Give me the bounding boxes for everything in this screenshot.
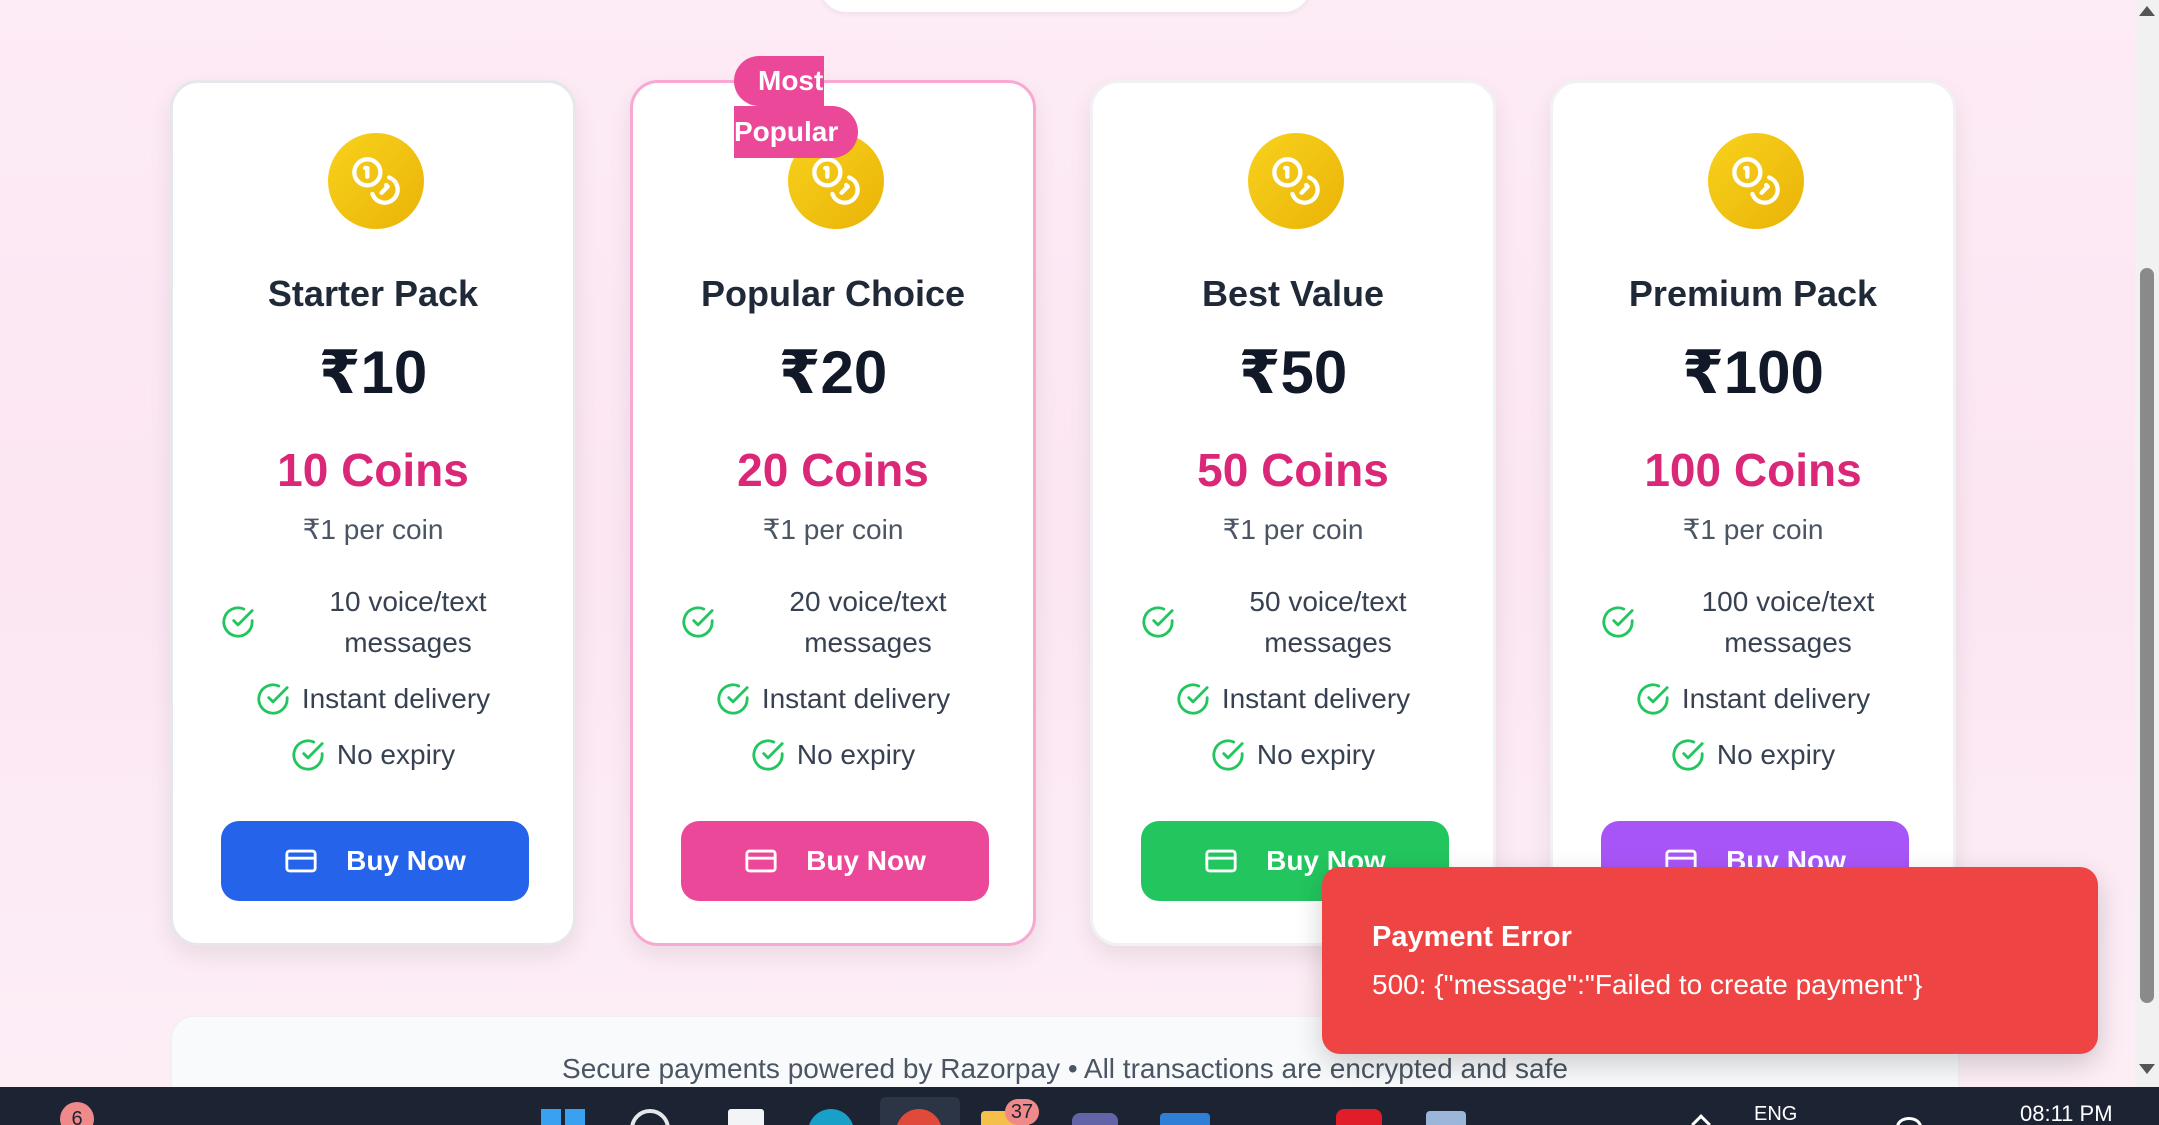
vertical-scrollbar[interactable] <box>2135 0 2159 1087</box>
card-price: ₹10 <box>318 339 428 406</box>
feature-text: No expiry <box>1716 739 1836 770</box>
card-coins: 100 Coins <box>1644 444 1862 496</box>
feature-text: 20 voice/text messages <box>789 586 947 658</box>
feature-list: 20 voice/text messages Instant delivery … <box>633 581 1033 790</box>
pricing-card-starter: Starter Pack ₹10 10 Coins ₹1 per coin 10… <box>170 80 576 946</box>
feature-item: 100 voice/text messages <box>1553 581 1953 663</box>
feature-text: 50 voice/text messages <box>1249 586 1407 658</box>
toast-title: Payment Error <box>1372 921 1572 953</box>
card-title: Premium Pack <box>1628 273 1878 314</box>
card-title: Starter Pack <box>267 273 479 314</box>
card-price: ₹100 <box>1682 339 1824 406</box>
card-coins: 50 Coins <box>1197 444 1389 496</box>
pricing-card-best-value: Best Value ₹50 50 Coins ₹1 per coin 50 v… <box>1090 80 1496 946</box>
check-circle-icon <box>717 682 749 715</box>
pricing-card-popular: Popular Choice ₹20 20 Coins ₹1 per coin … <box>630 80 1036 946</box>
feature-text: 10 voice/text messages <box>329 586 487 658</box>
feature-item: Instant delivery <box>173 678 573 719</box>
edge-browser-icon[interactable] <box>808 1109 854 1125</box>
pricing-card-premium: Premium Pack ₹100 100 Coins ₹1 per coin … <box>1550 80 1956 946</box>
check-circle-icon <box>752 738 784 771</box>
credit-card-icon <box>285 849 317 873</box>
badge-line-2: Popular <box>734 106 858 158</box>
app-icon-red[interactable] <box>1336 1109 1382 1125</box>
show-hidden-icons-icon[interactable] <box>1691 1114 1711 1125</box>
footer-text: Secure payments powered by Razorpay • Al… <box>562 1053 1568 1084</box>
coins-icon <box>1708 133 1804 229</box>
feature-item: Instant delivery <box>1553 678 1953 719</box>
check-circle-icon <box>257 682 289 715</box>
app-icon-blue[interactable] <box>1426 1111 1466 1125</box>
card-coins: 10 Coins <box>277 444 469 496</box>
scroll-thumb[interactable] <box>2140 268 2154 1003</box>
notification-badge[interactable]: 6 <box>60 1102 94 1125</box>
credit-card-icon <box>1205 849 1237 873</box>
feature-text: No expiry <box>336 739 456 770</box>
feature-item: Instant delivery <box>1093 678 1493 719</box>
toast-message: 500: {"message":"Failed to create paymen… <box>1372 969 1923 1000</box>
feature-item: No expiry <box>1093 734 1493 775</box>
check-circle-icon <box>1637 682 1669 715</box>
wifi-icon[interactable] <box>1896 1117 1922 1125</box>
feature-item: 50 voice/text messages <box>1093 581 1493 663</box>
coins-icon <box>328 133 424 229</box>
card-coins: 20 Coins <box>737 444 929 496</box>
card-rate: ₹1 per coin <box>302 514 444 545</box>
check-circle-icon <box>1602 606 1634 638</box>
button-label: Buy Now <box>346 845 466 876</box>
task-view-icon[interactable] <box>728 1109 764 1125</box>
windows-taskbar: 6 37 ENG 08:11 PM <box>0 1087 2159 1125</box>
top-header-pill <box>820 0 1310 12</box>
clock[interactable]: 08:11 PM <box>2020 1101 2113 1125</box>
check-circle-icon <box>1672 738 1704 771</box>
feature-item: No expiry <box>633 734 1033 775</box>
feature-text: 100 voice/text messages <box>1701 586 1875 658</box>
card-price: ₹20 <box>778 339 888 406</box>
buy-now-button-starter[interactable]: Buy Now <box>221 821 529 901</box>
feature-item: No expiry <box>173 734 573 775</box>
scroll-down-arrow-icon[interactable] <box>2139 1064 2155 1074</box>
check-circle-icon <box>222 606 254 638</box>
check-circle-icon <box>1212 738 1244 771</box>
card-rate: ₹1 per coin <box>1682 514 1824 545</box>
check-circle-icon <box>682 606 714 638</box>
card-rate: ₹1 per coin <box>762 514 904 545</box>
feature-text: Instant delivery <box>761 683 951 714</box>
button-label: Buy Now <box>806 845 926 876</box>
card-title: Best Value <box>1201 273 1385 314</box>
credit-card-icon <box>745 849 777 873</box>
feature-item: Instant delivery <box>633 678 1033 719</box>
feature-text: No expiry <box>796 739 916 770</box>
feature-item: 10 voice/text messages <box>173 581 573 663</box>
feature-item: No expiry <box>1553 734 1953 775</box>
check-circle-icon <box>1142 606 1174 638</box>
feature-list: 100 voice/text messages Instant delivery… <box>1553 581 1953 790</box>
feature-text: Instant delivery <box>301 683 491 714</box>
coins-icon <box>1248 133 1344 229</box>
feature-list: 50 voice/text messages Instant delivery … <box>1093 581 1493 790</box>
check-circle-icon <box>1177 682 1209 715</box>
buy-now-button-popular[interactable]: Buy Now <box>681 821 989 901</box>
payment-error-toast[interactable]: Payment Error 500: {"message":"Failed to… <box>1322 867 2098 1054</box>
mail-icon[interactable] <box>1160 1113 1210 1125</box>
feature-list: 10 voice/text messages Instant delivery … <box>173 581 573 790</box>
scroll-up-arrow-icon[interactable] <box>2139 6 2155 16</box>
file-explorer-badge: 37 <box>1005 1099 1039 1125</box>
card-price: ₹50 <box>1238 339 1348 406</box>
most-popular-badge: Most Popular <box>734 56 858 158</box>
language-indicator[interactable]: ENG <box>1754 1103 1797 1125</box>
feature-text: Instant delivery <box>1221 683 1411 714</box>
card-title: Popular Choice <box>700 273 966 314</box>
badge-line-1: Most <box>734 56 824 106</box>
feature-text: No expiry <box>1256 739 1376 770</box>
check-circle-icon <box>292 738 324 771</box>
teams-icon[interactable] <box>1072 1113 1118 1125</box>
feature-item: 20 voice/text messages <box>633 581 1033 663</box>
feature-text: Instant delivery <box>1681 683 1871 714</box>
search-icon[interactable] <box>630 1109 670 1125</box>
card-rate: ₹1 per coin <box>1222 514 1364 545</box>
page-background: Starter Pack ₹10 10 Coins ₹1 per coin 10… <box>0 0 2135 1087</box>
